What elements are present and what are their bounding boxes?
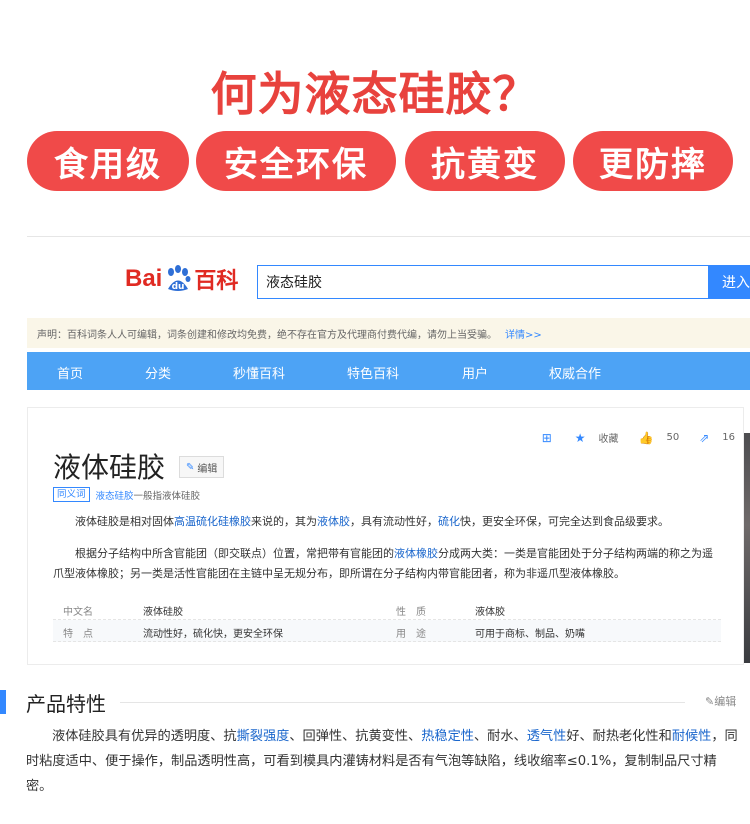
baidu-baike-logo[interactable]: Bai du 百科 bbox=[125, 259, 238, 299]
table-row: 中文名 液体硅胶 性 质 液体胶 bbox=[53, 598, 721, 620]
link-breathability[interactable]: 透气性 bbox=[527, 729, 567, 744]
nav-authority[interactable]: 权威合作 bbox=[549, 363, 601, 382]
text-span: 快，更安全环保，可完全达到食品级要求。 bbox=[460, 515, 669, 528]
hero-title: 何为液态硅胶？ bbox=[210, 67, 540, 121]
notice-bar: 声明：百科词条人人可编辑，词条创建和修改均免费，绝不存在官方及代理商付费代编，请… bbox=[27, 318, 750, 348]
synonym-text: 一般指液体硅胶 bbox=[133, 490, 201, 502]
text-span: ，具有流动性好， bbox=[350, 515, 438, 528]
link-tear-strength[interactable]: 撕裂强度 bbox=[237, 729, 290, 744]
thumbs-up-icon: 👍 bbox=[638, 430, 654, 445]
link-vulcanization[interactable]: 硫化 bbox=[438, 515, 460, 528]
feature-pill-anti-yellowing: 抗黄变 bbox=[405, 131, 565, 191]
side-image-strip bbox=[744, 433, 750, 663]
search-input[interactable]: 液态硅胶 bbox=[257, 265, 709, 299]
add-button[interactable]: ⊞ bbox=[532, 431, 555, 445]
table-key: 中文名 bbox=[63, 607, 93, 618]
table-key: 用 途 bbox=[396, 629, 426, 640]
plus-square-icon: ⊞ bbox=[541, 430, 552, 445]
link-liquid-rubber[interactable]: 液体橡胶 bbox=[394, 547, 438, 560]
entry-title: 液体硅胶 bbox=[53, 451, 166, 484]
table-value: 可用于商标、制品、奶嘴 bbox=[475, 629, 585, 640]
collect-button[interactable]: ★ 收藏 bbox=[565, 430, 619, 446]
collect-label: 收藏 bbox=[598, 434, 619, 445]
section-divider bbox=[120, 702, 685, 703]
text-span: 好、耐热老化性和 bbox=[566, 729, 672, 744]
nav-featured[interactable]: 特色百科 bbox=[347, 363, 399, 382]
feature-pill-eco-safe: 安全环保 bbox=[196, 131, 396, 191]
text-span: 液体硅胶具有优异的透明度、抗 bbox=[52, 729, 237, 744]
text-span: 液体硅胶是相对固体 bbox=[75, 515, 174, 528]
logo-bai-text: Bai bbox=[125, 265, 163, 292]
section-edit-label: 编辑 bbox=[714, 695, 737, 708]
logo-du-text: du bbox=[172, 282, 185, 292]
star-icon: ★ bbox=[574, 430, 586, 445]
logo-baike-text: 百科 bbox=[194, 269, 239, 294]
table-key: 性 质 bbox=[396, 607, 426, 618]
text-span: 、回弹性、抗黄变性、 bbox=[289, 729, 422, 744]
like-button[interactable]: 👍 50 bbox=[629, 431, 680, 445]
text-span: 来说的，其为 bbox=[251, 515, 317, 528]
feature-pill-drop-proof: 更防摔 bbox=[573, 131, 733, 191]
main-nav: 首页 分类 秒懂百科 特色百科 用户 权威合作 bbox=[27, 352, 750, 390]
link-thermal-stability[interactable]: 热稳定性 bbox=[421, 729, 474, 744]
synonym-link[interactable]: 液态硅胶 bbox=[96, 488, 134, 502]
synonym-row: 同义词 液态硅胶 一般指液体硅胶 bbox=[53, 487, 200, 502]
pencil-icon: ✎ bbox=[186, 461, 195, 473]
entry-card: ⊞ ★ 收藏 👍 50 ⇗ 16 液体硅胶 ✎ 编辑 同义词 液态硅胶 一般指液体硅胶… bbox=[27, 407, 744, 665]
baike-screenshot: Bai du 百科 液态硅胶 进入 声明：百科词条人人可编辑，词条创建和修改均免… bbox=[27, 236, 750, 666]
pencil-icon: ✎ bbox=[705, 695, 715, 708]
product-paragraph: 液体硅胶具有优异的透明度、抗撕裂强度、回弹性、抗黄变性、热稳定性、耐水、透气性好… bbox=[26, 724, 742, 799]
link-liquid-glue[interactable]: 液体胶 bbox=[317, 515, 350, 528]
table-row: 特 点 流动性好，硫化快，更安全环保 用 途 可用于商标、制品、奶嘴 bbox=[53, 620, 721, 642]
table-value: 液体硅胶 bbox=[143, 607, 183, 618]
share-button[interactable]: ⇗ 16 bbox=[689, 431, 735, 445]
paw-icon: du bbox=[163, 264, 193, 294]
nav-category[interactable]: 分类 bbox=[145, 363, 171, 382]
table-value: 液体胶 bbox=[475, 607, 505, 618]
nav-home[interactable]: 首页 bbox=[57, 363, 83, 382]
notice-more-link[interactable]: 详情>> bbox=[505, 326, 542, 341]
link-htv-silicone-rubber[interactable]: 高温硫化硅橡胶 bbox=[174, 515, 251, 528]
feature-pill-food-grade: 食用级 bbox=[27, 131, 189, 191]
section-marker bbox=[0, 690, 6, 714]
text-span: 、耐水、 bbox=[474, 729, 527, 744]
basic-info-table: 中文名 液体硅胶 性 质 液体胶 特 点 流动性好，硫化快，更安全环保 用 途 … bbox=[53, 598, 721, 642]
table-value: 流动性好，硫化快，更安全环保 bbox=[143, 629, 283, 640]
edit-button[interactable]: ✎ 编辑 bbox=[179, 456, 225, 478]
text-span: 根据分子结构中所含官能团（即交联点）位置，常把带有官能团的 bbox=[75, 547, 394, 560]
section-edit-button[interactable]: ✎编辑 bbox=[705, 693, 736, 709]
share-count: 16 bbox=[722, 432, 735, 443]
like-count: 50 bbox=[666, 432, 680, 443]
feature-pills: 食用级 安全环保 抗黄变 更防摔 bbox=[0, 131, 750, 191]
link-weather-resistance[interactable]: 耐候性 bbox=[672, 729, 712, 744]
summary-paragraph-2: 根据分子结构中所含官能团（即交联点）位置，常把带有官能团的液体橡胶分成两大类：一… bbox=[53, 544, 723, 584]
synonym-tag: 同义词 bbox=[53, 487, 90, 502]
section-title: 产品特性 bbox=[26, 692, 106, 716]
entry-toolbar: ⊞ ★ 收藏 👍 50 ⇗ 16 bbox=[522, 430, 735, 446]
summary-paragraph-1: 液体硅胶是相对固体高温硫化硅橡胶来说的，其为液体胶，具有流动性好，硫化快，更安全… bbox=[53, 512, 723, 532]
edit-label: 编辑 bbox=[197, 463, 218, 475]
notice-text: 声明：百科词条人人可编辑，词条创建和修改均免费，绝不存在官方及代理商付费代编，请… bbox=[37, 329, 497, 341]
nav-miaodong[interactable]: 秒懂百科 bbox=[233, 363, 285, 382]
nav-user[interactable]: 用户 bbox=[462, 363, 488, 382]
share-icon: ⇗ bbox=[699, 430, 710, 445]
enter-button[interactable]: 进入 bbox=[708, 265, 750, 299]
table-key: 特 点 bbox=[63, 629, 93, 640]
